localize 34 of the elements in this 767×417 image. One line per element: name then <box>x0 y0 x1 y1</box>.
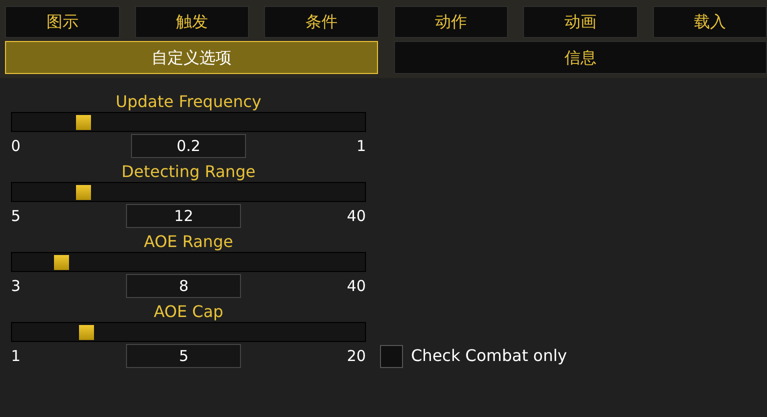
slider-thumb[interactable] <box>79 325 94 340</box>
value-field[interactable]: 8 <box>126 274 242 298</box>
slider-thumb[interactable] <box>54 255 70 270</box>
min-label: 5 <box>11 206 21 227</box>
tab[interactable]: 动画 <box>523 6 638 38</box>
slider-thumb[interactable] <box>76 185 91 200</box>
slider-label: AOE Range <box>142 232 234 252</box>
value-field[interactable]: 5 <box>126 344 242 368</box>
min-label: 0 <box>11 136 21 157</box>
slider-label: AOE Cap <box>152 302 224 322</box>
slider-label: Detecting Range <box>120 162 256 182</box>
slider-track[interactable] <box>11 322 366 342</box>
tab[interactable]: 自定义选项 <box>5 41 378 74</box>
tab[interactable]: 信息 <box>394 41 767 74</box>
min-label: 3 <box>11 276 21 297</box>
value-field[interactable]: 0.2 <box>131 134 246 158</box>
max-label: 20 <box>346 346 366 367</box>
tab[interactable]: 条件 <box>264 6 378 38</box>
checkbox-label: Check Combat only <box>411 345 568 367</box>
tab[interactable]: 触发 <box>134 6 249 38</box>
min-label: 1 <box>11 346 21 367</box>
slider-label: Update Frequency <box>114 92 262 112</box>
tab[interactable]: 载入 <box>652 6 767 38</box>
tab[interactable]: 动作 <box>394 6 508 38</box>
tab[interactable]: 图示 <box>5 6 120 38</box>
slider-track[interactable] <box>11 252 366 272</box>
max-label: 40 <box>346 276 366 297</box>
checkbox[interactable] <box>380 344 403 368</box>
slider-track[interactable] <box>11 112 366 132</box>
max-label: 40 <box>346 206 366 227</box>
slider-thumb[interactable] <box>76 115 91 130</box>
value-field[interactable]: 12 <box>126 204 242 228</box>
slider-track[interactable] <box>11 182 366 202</box>
max-label: 1 <box>356 136 366 157</box>
